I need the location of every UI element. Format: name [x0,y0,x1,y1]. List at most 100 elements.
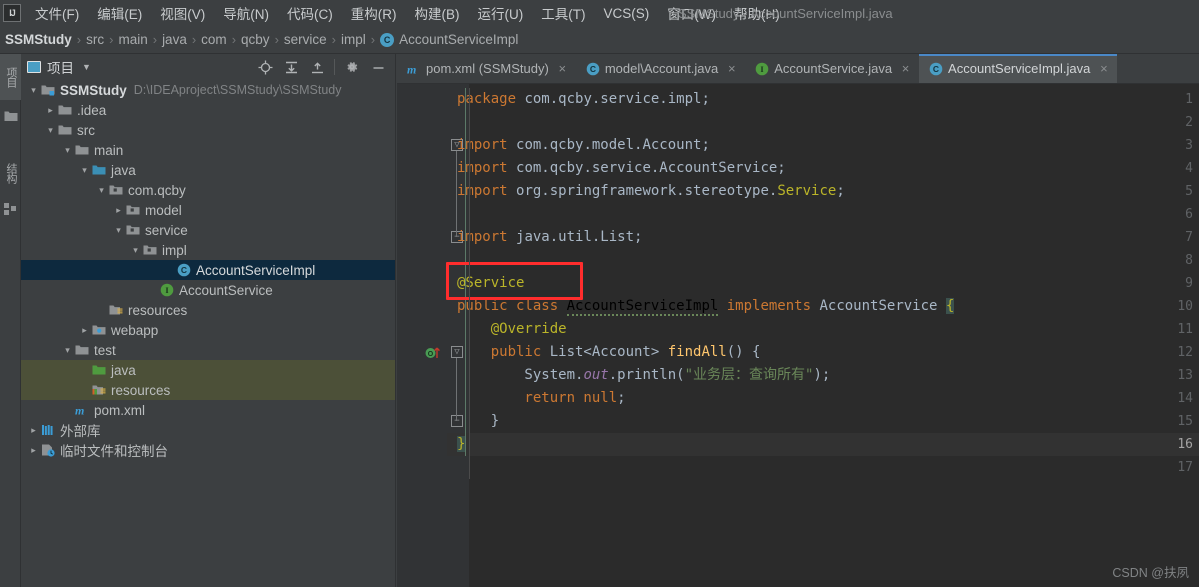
tree-node-src[interactable]: ▾ src [21,120,395,140]
menu-build[interactable]: 构建(B) [406,0,469,26]
code-editor[interactable]: 1 2 3 4 5 6 7 8 9 10 11 12 13 14 15 16 17 ▽ − ▽ − O package … [397,84,1199,587]
tool-button-project[interactable]: 项目 [0,54,21,100]
chevron-down-icon[interactable]: ▾ [61,145,74,156]
tool-button-folder[interactable] [0,100,21,132]
code-token: java.util.List; [516,229,643,245]
tool-button-project-label: 项目 [5,67,17,87]
minimize-icon[interactable] [367,56,389,78]
editor-tab-label: AccountServiceImpl.java [948,61,1091,76]
tree-node-java[interactable]: ▾ java [21,160,395,180]
menu-view[interactable]: 视图(V) [151,0,214,26]
menu-refactor[interactable]: 重构(R) [342,0,406,26]
chevron-right-icon[interactable]: ▸ [78,325,91,336]
chevron-down-icon[interactable]: ▾ [44,125,57,136]
chevron-down-icon[interactable]: ▼ [82,62,91,72]
menu-vcs[interactable]: VCS(S) [595,3,659,24]
gear-icon[interactable] [341,56,363,78]
close-icon[interactable]: × [900,61,911,76]
tree-node-ssmstudy[interactable]: ▾ SSMStudy D:\IDEAproject\SSMStudy\SSMStud… [21,80,395,100]
tree-node-resources[interactable]: resources [21,380,395,400]
menu-navigate[interactable]: 导航(N) [214,0,278,26]
breadcrumb-item-main[interactable]: main [118,32,147,47]
chevron-right-icon[interactable]: ▸ [112,205,125,216]
tree-node-test[interactable]: ▾ test [21,340,395,360]
breadcrumb-leaf[interactable]: AccountServiceImpl [399,32,518,47]
code-line[interactable]: } [457,433,466,456]
breadcrumb-item-qcby[interactable]: qcby [241,32,270,47]
code-line[interactable]: } [457,410,499,433]
breadcrumb-item-service[interactable]: service [284,32,327,47]
code-line[interactable]: public List<Account> findAll() { [457,341,761,364]
class-icon: C [585,61,600,76]
project-tree[interactable]: ▾ SSMStudy D:\IDEAproject\SSMStudy\SSMStud… [21,80,395,587]
code-line[interactable]: import com.qcby.model.Account; [457,134,710,157]
tree-node-accountservice[interactable]: I AccountService [21,280,395,300]
chevron-down-icon[interactable]: ▾ [129,245,142,256]
menu-edit[interactable]: 编辑(E) [88,0,151,26]
package-icon [125,202,141,218]
tree-node-path: D:\IDEAproject\SSMStudy\SSMStudy [133,83,342,97]
tree-node-resources[interactable]: resources [21,300,395,320]
tree-node-accountserviceimpl[interactable]: C AccountServiceImpl [21,260,395,280]
code-token: com.qcby.service.impl; [524,91,710,107]
code-token: AccountServiceImpl [566,298,719,316]
menu-code[interactable]: 代码(C) [278,0,342,26]
editor-tab-accountservice-java[interactable]: I AccountService.java × [745,54,919,83]
chevron-down-icon[interactable]: ▾ [112,225,125,236]
menu-run[interactable]: 运行(U) [469,0,533,26]
menu-file[interactable]: 文件(F) [26,0,88,26]
tool-button-structure[interactable]: 结构 [0,150,21,196]
editor-tab-accountserviceimpl-java[interactable]: C AccountServiceImpl.java × [919,54,1118,83]
tree-node-java[interactable]: java [21,360,395,380]
code-line[interactable]: import java.util.List; [457,226,642,249]
close-icon[interactable]: × [557,61,568,76]
tree-node--[interactable]: ▸ 临时文件和控制台 [21,440,395,460]
tree-node-main[interactable]: ▾ main [21,140,395,160]
test-source-folder-icon [91,362,107,378]
editor-tab-pom-xml-ssmstudy-[interactable]: m pom.xml (SSMStudy) × [397,54,576,83]
code-token: () { [726,344,761,360]
breadcrumb-item-java[interactable]: java [162,32,187,47]
menu-tools[interactable]: 工具(T) [532,0,594,26]
breadcrumb-separator: › [274,32,279,47]
close-icon[interactable]: × [726,61,737,76]
tree-node-model[interactable]: ▸ model [21,200,395,220]
breadcrumb-item-src[interactable]: src [86,32,104,47]
code-line[interactable]: public class AccountServiceImpl implemen… [457,295,955,318]
chevron-right-icon[interactable]: ▸ [27,445,40,456]
code-line[interactable]: return null; [457,387,625,410]
code-line[interactable]: package com.qcby.service.impl; [457,88,710,111]
tree-node-webapp[interactable]: ▸ webapp [21,320,395,340]
chevron-down-icon[interactable]: ▾ [78,165,91,176]
tree-node-pom-xml[interactable]: m pom.xml [21,400,395,420]
breadcrumb-separator: › [231,32,237,47]
chevron-down-icon[interactable]: ▾ [95,185,108,196]
tree-node-service[interactable]: ▾ service [21,220,395,240]
expand-all-icon[interactable] [280,56,302,78]
editor-tab-model-account-java[interactable]: Cmodel\Account.java × [576,54,745,83]
chevron-right-icon[interactable]: ▸ [44,105,57,116]
chevron-down-icon[interactable]: ▾ [27,85,40,96]
code-text[interactable]: package com.qcby.service.impl; import com… [457,84,1199,587]
tree-node--idea[interactable]: ▸ .idea [21,100,395,120]
tool-button-bookmarks[interactable] [0,196,21,222]
breadcrumb-item-com[interactable]: com [201,32,227,47]
chevron-down-icon[interactable]: ▾ [61,345,74,356]
code-line[interactable]: System.out.println("业务层：查询所有"); [457,364,830,387]
code-line[interactable]: import org.springframework.stereotype.Se… [457,180,845,203]
tree-node-label: resources [128,302,188,318]
code-line[interactable]: @Service [457,272,524,295]
code-line[interactable]: import com.qcby.service.AccountService; [457,157,786,180]
breadcrumb: SSMStudy › src › main › java › com › qcby › service ›… [0,26,1199,54]
tree-node--[interactable]: ▸ 外部库 [21,420,395,440]
tree-node-impl[interactable]: ▾ impl [21,240,395,260]
chevron-right-icon[interactable]: ▸ [27,425,40,436]
tree-node-com-qcby[interactable]: ▾ com.qcby [21,180,395,200]
locate-icon[interactable] [254,56,276,78]
collapse-all-icon[interactable] [306,56,328,78]
close-icon[interactable]: × [1098,61,1109,76]
breadcrumb-item-ssmstudy[interactable]: SSMStudy [5,32,72,47]
code-line[interactable]: @Override [457,318,567,341]
implementing-method-icon[interactable]: O [425,345,443,364]
breadcrumb-item-impl[interactable]: impl [341,32,366,47]
